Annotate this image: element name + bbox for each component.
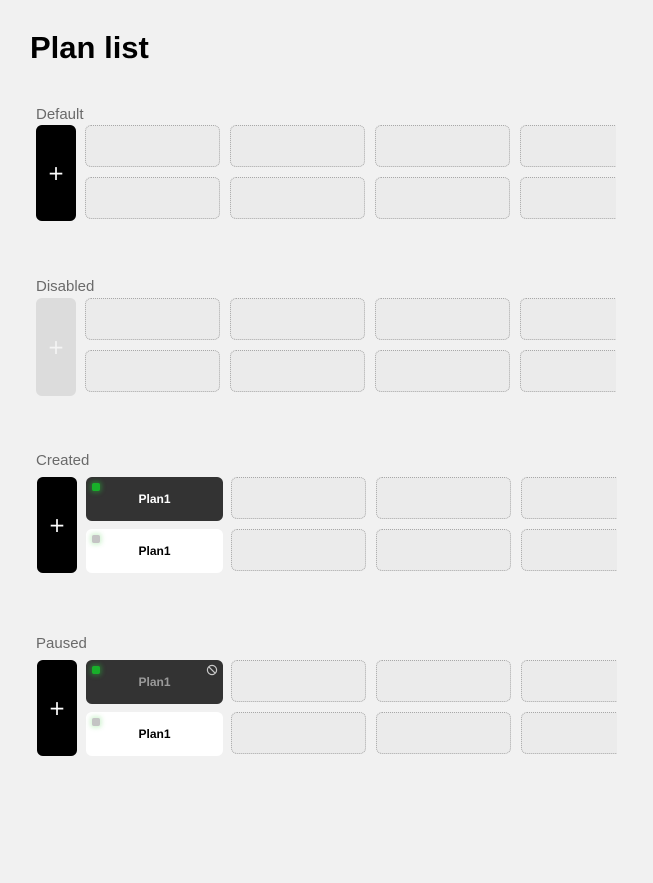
- empty-slot: [521, 477, 617, 519]
- empty-slot: [520, 177, 616, 219]
- empty-slot: [231, 660, 366, 702]
- page-title: Plan list: [30, 30, 149, 65]
- plan-grid: +: [36, 298, 616, 396]
- plan-grid: + Plan1 Plan1: [37, 660, 617, 756]
- section-label: Created: [36, 452, 90, 469]
- empty-slot: [520, 125, 616, 167]
- plan-name: Plan1: [138, 675, 171, 689]
- plan-card[interactable]: Plan1: [86, 477, 223, 521]
- empty-slot: [231, 712, 366, 754]
- empty-slot: [230, 350, 365, 392]
- add-plan-button[interactable]: +: [36, 125, 76, 221]
- section-paused: Paused + Plan1 Plan1: [36, 635, 617, 756]
- empty-slot: [521, 529, 617, 571]
- empty-slot: [376, 477, 511, 519]
- empty-slot: [375, 177, 510, 219]
- empty-slot: [230, 298, 365, 340]
- add-plan-button[interactable]: +: [37, 477, 77, 573]
- section-default: Default +: [36, 106, 616, 221]
- plan-card[interactable]: Plan1: [86, 529, 223, 573]
- section-label: Default: [36, 106, 84, 123]
- plan-card[interactable]: Plan1: [86, 712, 223, 756]
- empty-slot: [231, 477, 366, 519]
- empty-slot: [376, 529, 511, 571]
- plan-name: Plan1: [138, 727, 171, 741]
- empty-slot: [520, 298, 616, 340]
- empty-slot: [85, 125, 220, 167]
- plan-grid: + Plan1 Plan1: [37, 477, 617, 573]
- plus-icon: +: [47, 335, 65, 359]
- add-plan-button-disabled: +: [36, 298, 76, 396]
- empty-slot: [521, 712, 617, 754]
- plan-name: Plan1: [138, 492, 171, 506]
- plan-card-paused[interactable]: Plan1: [86, 660, 223, 704]
- plus-icon: +: [48, 513, 66, 537]
- add-plan-button[interactable]: +: [37, 660, 77, 756]
- empty-slot: [375, 125, 510, 167]
- empty-slot: [230, 177, 365, 219]
- status-indicator-active: [92, 483, 100, 491]
- section-disabled: Disabled +: [36, 278, 616, 396]
- empty-slot: [376, 712, 511, 754]
- section-label: Paused: [36, 635, 87, 652]
- empty-slot: [85, 350, 220, 392]
- empty-slot: [376, 660, 511, 702]
- empty-slot: [521, 660, 617, 702]
- plus-icon: +: [47, 161, 65, 185]
- status-indicator-active: [92, 666, 100, 674]
- empty-slot: [231, 529, 366, 571]
- status-indicator-inactive: [92, 718, 100, 726]
- status-indicator-inactive: [92, 535, 100, 543]
- empty-slot: [85, 177, 220, 219]
- paused-icon: [206, 664, 218, 676]
- empty-slot: [375, 350, 510, 392]
- plus-icon: +: [48, 696, 66, 720]
- empty-slot: [375, 298, 510, 340]
- empty-slot: [230, 125, 365, 167]
- empty-slot: [85, 298, 220, 340]
- section-created: Created + Plan1 Plan1: [36, 452, 617, 573]
- plan-grid: +: [36, 125, 616, 221]
- empty-slot: [520, 350, 616, 392]
- plan-name: Plan1: [138, 544, 171, 558]
- section-label: Disabled: [36, 278, 95, 295]
